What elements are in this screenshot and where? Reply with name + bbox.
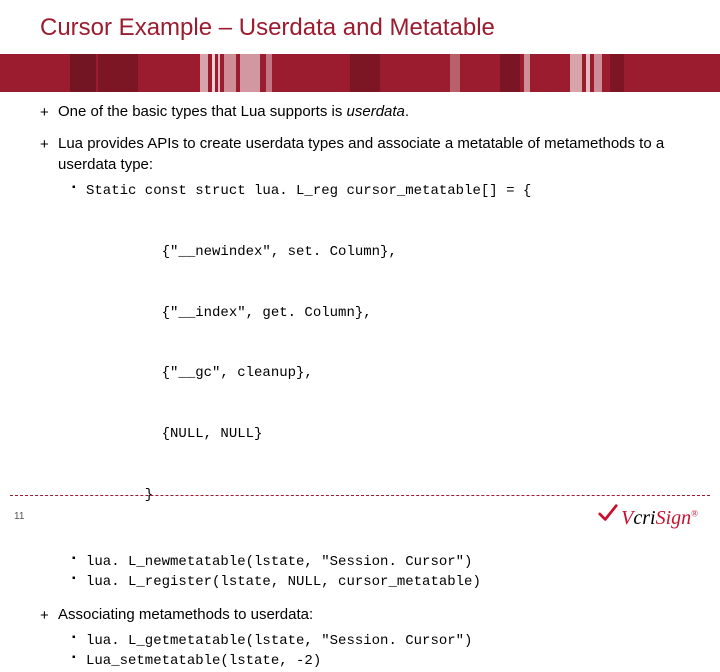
footer-divider <box>10 495 710 496</box>
bullet-emphasis: userdata <box>347 103 405 120</box>
bullet-item: + Lua provides APIs to create userdata t… <box>40 134 690 592</box>
bullet-item: + Associating metamethods to userdata: l… <box>40 605 690 672</box>
page-number: 11 <box>14 511 24 522</box>
code-line: Lua_setmetatable(lstate, -2) <box>72 651 690 671</box>
code-list: Static const struct lua. L_reg cursor_me… <box>72 181 690 201</box>
logo-text: VcriSign® <box>621 507 698 530</box>
bullet-text: Lua provides APIs to create userdata typ… <box>58 135 664 172</box>
verisign-logo: VcriSign® <box>597 502 698 530</box>
decorative-bar <box>0 54 720 92</box>
code-line: {"__index", get. Column}, <box>86 303 690 323</box>
checkmark-icon <box>597 502 619 524</box>
bullet-list: + One of the basic types that Lua suppor… <box>40 102 690 672</box>
code-line: lua. L_getmetatable(lstate, "Session. Cu… <box>72 631 690 651</box>
code-line: lua. L_register(lstate, NULL, cursor_met… <box>72 572 690 592</box>
code-line: {"__newindex", set. Column}, <box>86 242 690 262</box>
plus-icon: + <box>40 606 49 626</box>
bullet-text: Associating metamethods to userdata: <box>58 606 313 623</box>
code-line: {"__gc", cleanup}, <box>86 363 690 383</box>
bullet-text: One of the basic types that Lua supports… <box>58 103 347 120</box>
code-list: lua. L_getmetatable(lstate, "Session. Cu… <box>72 631 690 672</box>
bullet-item: + One of the basic types that Lua suppor… <box>40 102 690 122</box>
code-list: lua. L_newmetatable(lstate, "Session. Cu… <box>72 552 690 593</box>
slide: Cursor Example – Userdata and Metatable … <box>0 0 720 540</box>
bullet-text-tail: . <box>405 103 409 120</box>
title-area: Cursor Example – Userdata and Metatable <box>0 0 720 48</box>
page-title: Cursor Example – Userdata and Metatable <box>40 14 720 42</box>
plus-icon: + <box>40 135 49 155</box>
code-line: {NULL, NULL} <box>86 424 690 444</box>
code-line: Static const struct lua. L_reg cursor_me… <box>72 181 690 201</box>
content-area: + One of the basic types that Lua suppor… <box>0 92 720 672</box>
plus-icon: + <box>40 103 49 123</box>
bar-marks <box>0 54 720 92</box>
code-line: lua. L_newmetatable(lstate, "Session. Cu… <box>72 552 690 572</box>
